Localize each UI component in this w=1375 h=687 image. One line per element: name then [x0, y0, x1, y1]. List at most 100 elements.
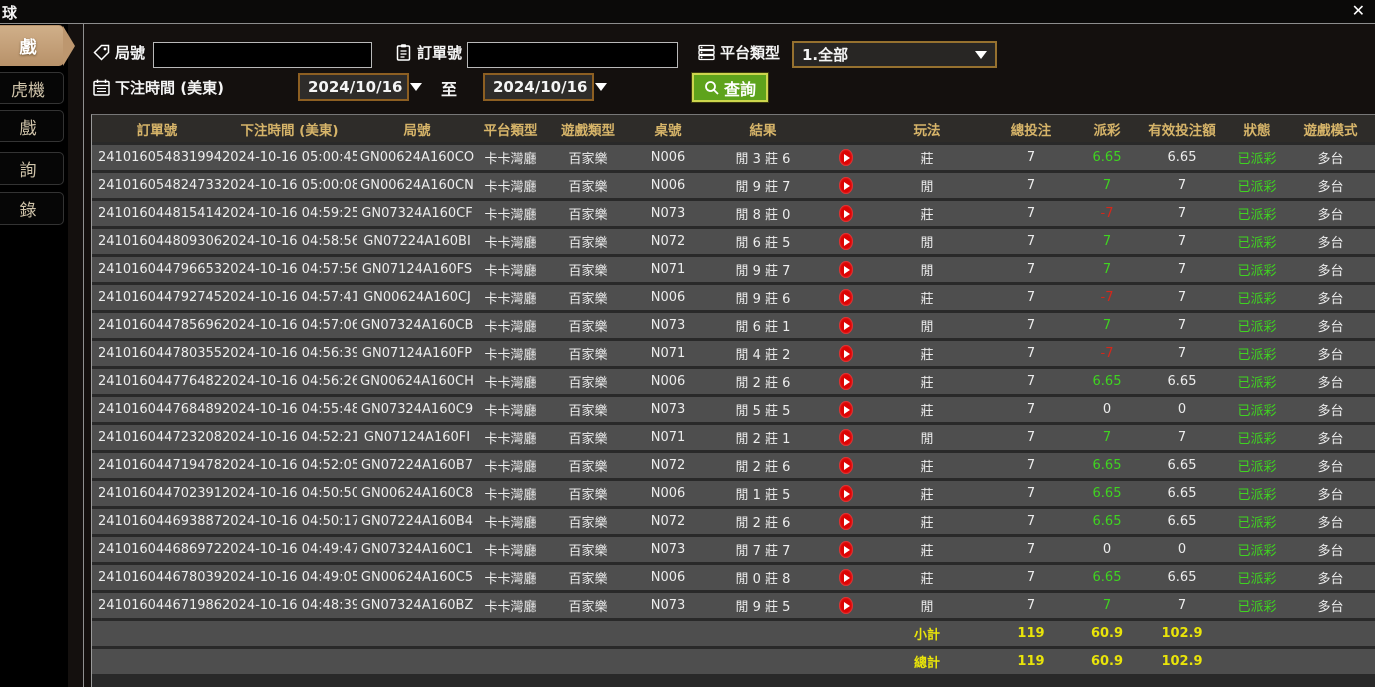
cell-valid-bet: 7	[1177, 290, 1187, 305]
table-row: 241016044785696 2024-10-16 04:57:06 GN07…	[92, 313, 1375, 338]
play-icon[interactable]	[839, 317, 853, 334]
cell-order: 241016054824733	[98, 178, 222, 193]
cell-game-type: 百家樂	[568, 208, 608, 223]
cell-play: 莊	[920, 208, 934, 223]
cell-status: 已派彩	[1237, 544, 1277, 559]
table-row: 241016054824733 2024-10-16 05:00:08 GN00…	[92, 173, 1375, 198]
play-icon[interactable]	[839, 485, 853, 502]
sidebar-item-query[interactable]: 詢	[0, 152, 64, 185]
cell-platform: 卡卡灣廳	[484, 544, 537, 559]
cell-game-type: 百家樂	[568, 544, 608, 559]
date-to-picker[interactable]: 2024/10/16	[483, 73, 608, 101]
cell-total-bet: 7	[1026, 402, 1036, 417]
sidebar-item-games-active[interactable]: 戲	[0, 25, 75, 66]
cell-payout: 6.65	[1092, 374, 1122, 389]
cell-result: 閒 9 莊 7	[735, 264, 791, 279]
cell-total-bet: 7	[1026, 374, 1036, 389]
cell-payout: 6.65	[1092, 486, 1122, 501]
platform-type-select[interactable]: 1.全部	[792, 41, 997, 68]
cell-game-type: 百家樂	[568, 488, 608, 503]
play-icon[interactable]	[839, 513, 853, 530]
sidebar: 戲 虎機 戲 詢 錄	[0, 24, 75, 687]
table-row: 241016044815414 2024-10-16 04:59:25 GN07…	[92, 201, 1375, 226]
play-icon[interactable]	[839, 261, 853, 278]
cell-result: 閒 2 莊 6	[735, 460, 791, 475]
sidebar-item-slots[interactable]: 虎機	[0, 72, 64, 104]
play-icon[interactable]	[839, 569, 853, 586]
cell-valid-bet: 6.65	[1167, 374, 1197, 389]
cell-bet-time: 2024-10-16 04:55:48	[222, 402, 357, 417]
play-icon[interactable]	[839, 401, 853, 418]
cell-bet-time: 2024-10-16 04:57:41	[222, 290, 357, 305]
chevron-down-icon	[975, 50, 987, 59]
cell-game-mode: 多台	[1317, 236, 1344, 251]
cell-result: 閒 9 莊 7	[735, 180, 791, 195]
cell-replay	[822, 541, 870, 558]
cell-replay	[822, 345, 870, 362]
cell-game-type: 百家樂	[568, 432, 608, 447]
cell-result: 閒 2 莊 6	[735, 516, 791, 531]
totals-row: 小計 119 60.9 102.9	[92, 621, 1375, 646]
round-number-input[interactable]	[153, 42, 372, 68]
cell-payout: 7	[1102, 430, 1112, 445]
table-row: 241016044796653 2024-10-16 04:57:56 GN07…	[92, 257, 1375, 282]
cell-valid-bet: 0	[1177, 542, 1187, 557]
cell-total-bet: 7	[1026, 598, 1036, 613]
date-from-picker[interactable]: 2024/10/16	[298, 73, 423, 101]
cell-game-mode: 多台	[1317, 292, 1344, 307]
play-icon[interactable]	[839, 149, 853, 166]
cell-game-mode: 多台	[1317, 432, 1344, 447]
sidebar-item-records[interactable]: 錄	[0, 192, 64, 225]
cell-order: 241016044719478	[98, 458, 222, 473]
sidebar-item-label: 錄	[19, 201, 37, 221]
cell-platform: 卡卡灣廳	[484, 180, 537, 195]
play-icon[interactable]	[839, 541, 853, 558]
search-button[interactable]: 查詢	[690, 72, 770, 103]
cell-game-type: 百家樂	[568, 264, 608, 279]
col-status: 狀態	[1243, 122, 1271, 139]
cell-bet-time: 2024-10-16 05:00:08	[222, 178, 357, 193]
cell-play: 莊	[920, 376, 934, 391]
round-number-label: 局號	[115, 44, 146, 62]
play-icon[interactable]	[839, 429, 853, 446]
cell-total-bet: 7	[1026, 234, 1036, 249]
table-row: 241016044809306 2024-10-16 04:58:56 GN07…	[92, 229, 1375, 254]
cell-valid-bet: 6.65	[1167, 150, 1197, 165]
cell-game-mode: 多台	[1317, 572, 1344, 587]
sidebar-item-games[interactable]: 戲	[0, 110, 64, 142]
cell-round: GN07124A160FI	[363, 430, 471, 445]
cell-table-no: N006	[650, 374, 686, 389]
cell-valid-bet: 7	[1177, 318, 1187, 333]
col-payout: 派彩	[1093, 122, 1121, 139]
col-play: 玩法	[913, 122, 941, 139]
cell-play: 閒	[920, 320, 934, 335]
cell-result: 閒 8 莊 0	[735, 208, 791, 223]
order-number-input[interactable]	[467, 42, 678, 68]
cell-platform: 卡卡灣廳	[484, 488, 537, 503]
cell-replay	[822, 289, 870, 306]
table-row: 241016044671986 2024-10-16 04:48:39 GN07…	[92, 593, 1375, 618]
cell-payout: 0	[1102, 542, 1112, 557]
cell-table-no: N073	[650, 402, 686, 417]
col-valid-bet: 有效投注額	[1148, 122, 1216, 139]
col-round: 局號	[403, 122, 431, 139]
totals-payout: 60.9	[1090, 626, 1124, 641]
totals-total-bet: 119	[1017, 626, 1045, 641]
play-icon[interactable]	[839, 597, 853, 614]
cell-game-mode: 多台	[1317, 600, 1344, 615]
play-icon[interactable]	[839, 345, 853, 362]
play-icon[interactable]	[839, 373, 853, 390]
play-icon[interactable]	[839, 177, 853, 194]
cell-platform: 卡卡灣廳	[484, 404, 537, 419]
col-platform: 平台類型	[483, 122, 538, 139]
cell-game-mode: 多台	[1317, 488, 1344, 503]
play-icon[interactable]	[839, 233, 853, 250]
close-icon[interactable]: ✕	[1352, 1, 1365, 21]
play-icon[interactable]	[839, 205, 853, 222]
cell-payout: 7	[1102, 318, 1112, 333]
play-icon[interactable]	[839, 457, 853, 474]
play-icon[interactable]	[839, 289, 853, 306]
cell-play: 莊	[920, 516, 934, 531]
cell-replay	[822, 513, 870, 530]
cell-play: 閒	[920, 600, 934, 615]
